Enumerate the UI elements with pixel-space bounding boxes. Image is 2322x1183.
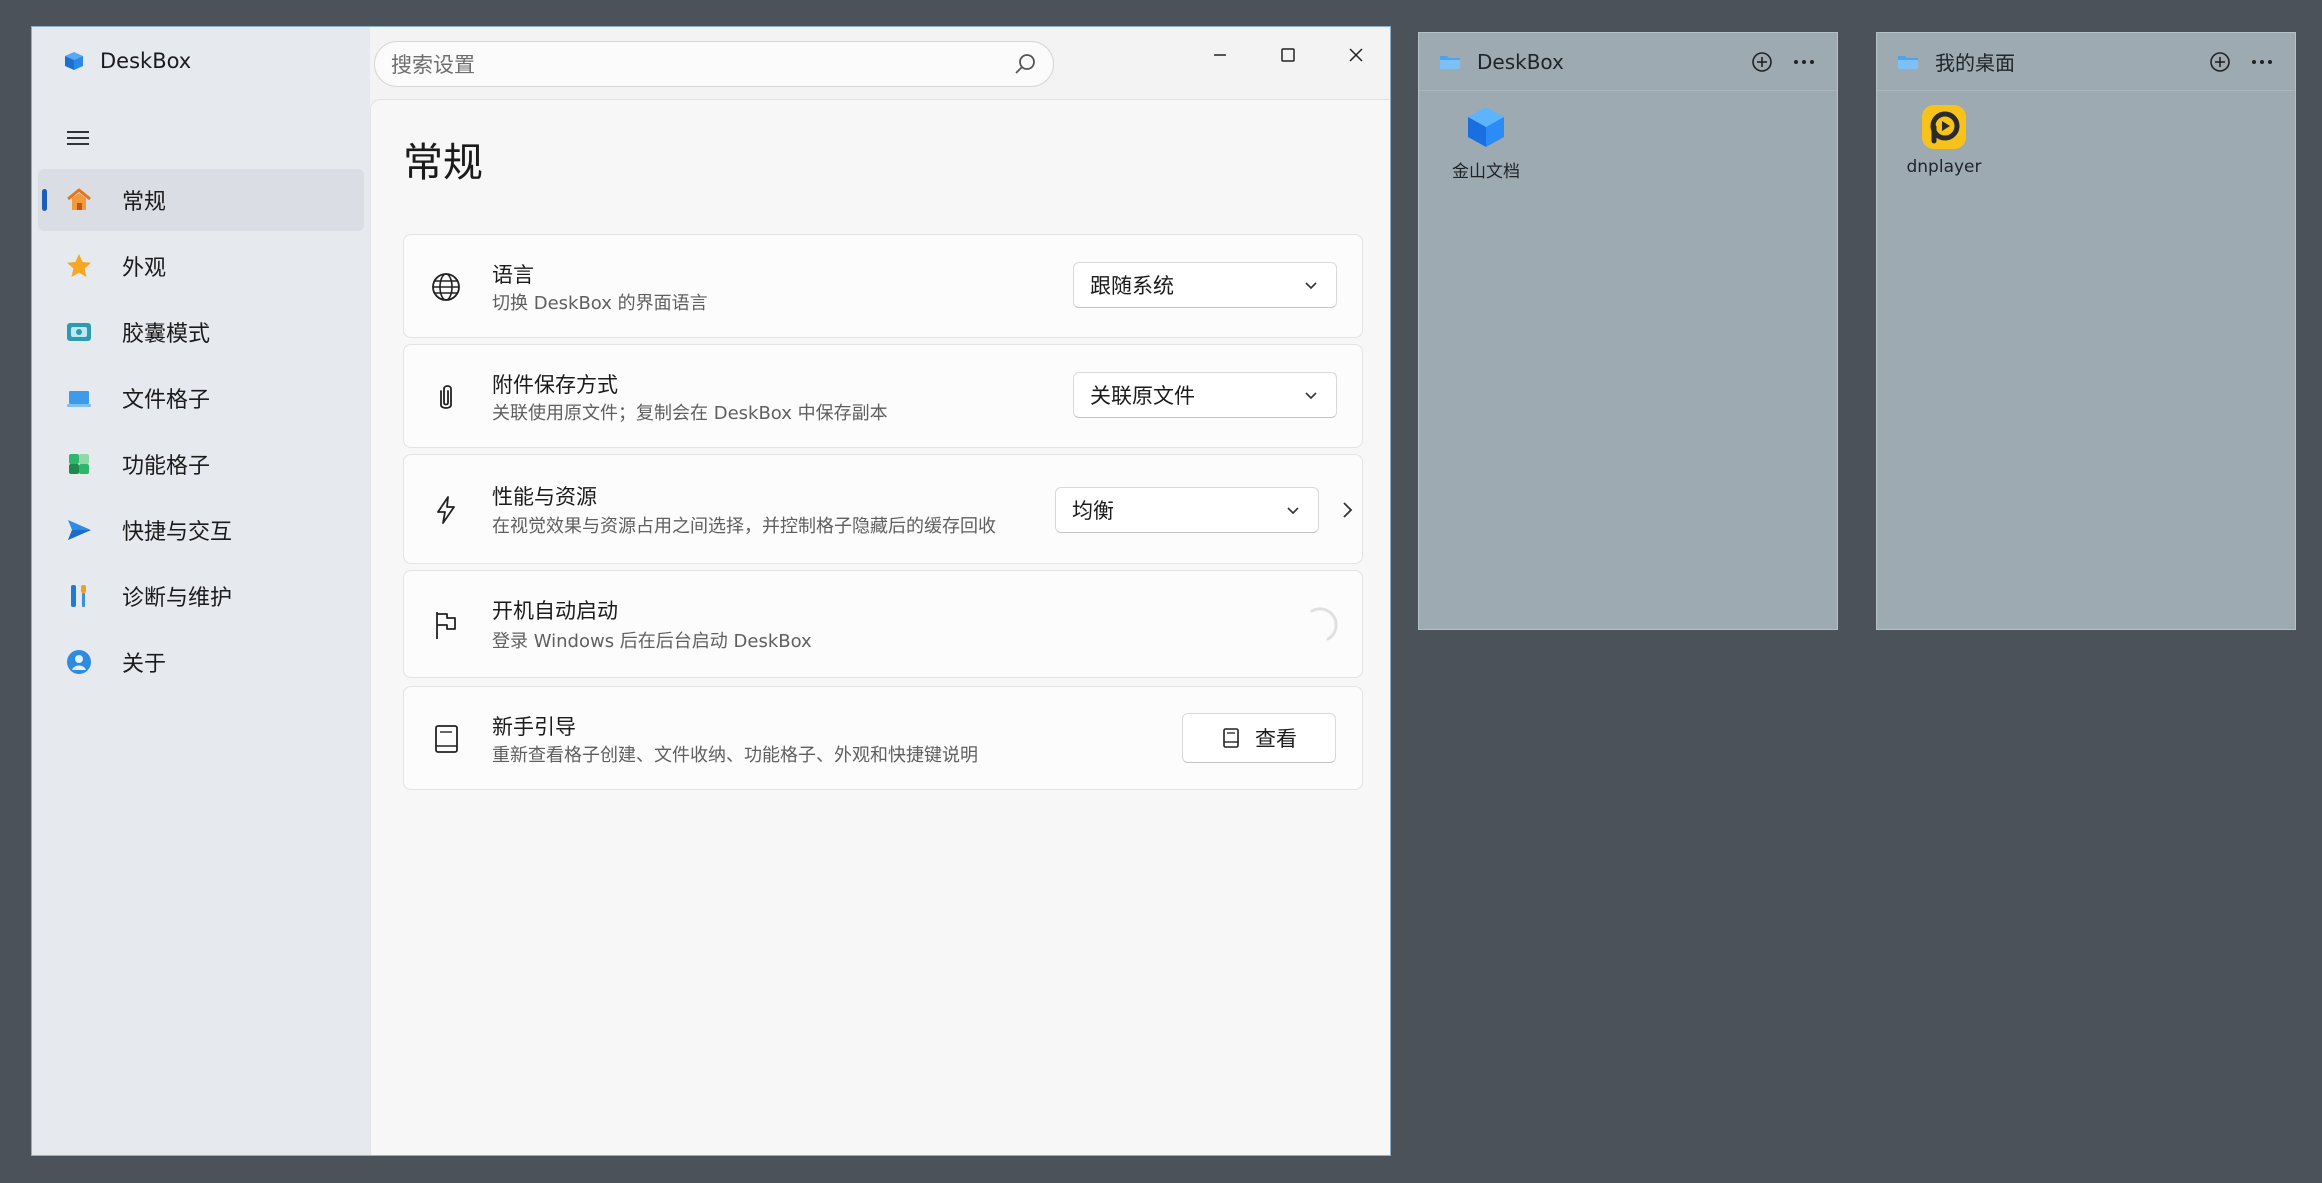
folder-icon bbox=[1440, 55, 1460, 69]
laptop-icon bbox=[64, 383, 94, 413]
sidebar-item-about[interactable]: 关于 bbox=[38, 631, 364, 693]
send-icon bbox=[64, 515, 94, 545]
desktop-panel-deskbox[interactable]: DeskBox 金山文档 bbox=[1418, 32, 1838, 630]
deskbox-logo-icon bbox=[65, 52, 83, 70]
home-icon bbox=[64, 185, 94, 215]
panel-more-button[interactable] bbox=[1791, 49, 1817, 75]
menu-toggle-button[interactable] bbox=[62, 122, 94, 154]
panel-header[interactable]: DeskBox bbox=[1419, 33, 1837, 91]
sidebar-item-capsule-mode[interactable]: 胶囊模式 bbox=[38, 301, 364, 363]
setting-description: 在视觉效果与资源占用之间选择，并控制格子隐藏后的缓存回收 bbox=[492, 516, 996, 537]
search-placeholder: 搜索设置 bbox=[391, 53, 475, 77]
add-circle-icon bbox=[1752, 51, 1772, 72]
setting-card-attachment: 附件保存方式 关联使用原文件；复制会在 DeskBox 中保存副本 关联原文件 bbox=[403, 344, 1363, 448]
hamburger-icon bbox=[67, 131, 89, 145]
autostart-toggle[interactable] bbox=[1300, 605, 1340, 645]
minimize-button[interactable] bbox=[1192, 35, 1248, 75]
minimize-icon bbox=[1214, 54, 1226, 56]
dropdown-value: 跟随系统 bbox=[1090, 274, 1174, 298]
attachment-mode-dropdown[interactable]: 关联原文件 bbox=[1073, 372, 1337, 418]
setting-card-performance[interactable]: 性能与资源 在视觉效果与资源占用之间选择，并控制格子隐藏后的缓存回收 均衡 bbox=[403, 454, 1363, 564]
setting-card-onboarding: 新手引导 重新查看格子创建、文件收纳、功能格子、外观和快捷键说明 查看 bbox=[403, 686, 1363, 790]
language-dropdown[interactable]: 跟随系统 bbox=[1073, 262, 1337, 308]
sidebar: DeskBox 常规 外观 胶囊模式 文件格子 功能格子 快捷与交互 诊断与维护… bbox=[32, 27, 370, 1155]
sidebar-item-label: 关于 bbox=[122, 652, 167, 677]
setting-description: 重新查看格子创建、文件收纳、功能格子、外观和快捷键说明 bbox=[492, 745, 978, 766]
maximize-icon bbox=[1281, 48, 1295, 62]
setting-title: 开机自动启动 bbox=[492, 599, 618, 623]
folder-icon bbox=[1898, 55, 1918, 69]
setting-description: 关联使用原文件；复制会在 DeskBox 中保存副本 bbox=[492, 403, 888, 424]
shortcut-label: 金山文档 bbox=[1452, 162, 1520, 182]
more-icon bbox=[2252, 59, 2272, 64]
view-button-label: 查看 bbox=[1255, 727, 1297, 751]
app-title: DeskBox bbox=[62, 49, 191, 73]
star-icon bbox=[64, 251, 94, 281]
chevron-down-icon bbox=[1305, 392, 1317, 400]
sidebar-nav: 常规 外观 胶囊模式 文件格子 功能格子 快捷与交互 诊断与维护 关于 bbox=[38, 169, 364, 697]
panel-add-button[interactable] bbox=[1749, 49, 1775, 75]
sidebar-item-label: 常规 bbox=[122, 190, 167, 215]
panel-header[interactable]: 我的桌面 bbox=[1877, 33, 2295, 91]
sidebar-item-general[interactable]: 常规 bbox=[38, 169, 364, 231]
app-name: DeskBox bbox=[100, 49, 192, 73]
paperclip-icon bbox=[428, 379, 464, 415]
desktop-shortcut[interactable]: dnplayer bbox=[1889, 103, 1999, 177]
panel-add-button[interactable] bbox=[2207, 49, 2233, 75]
desktop-shortcut[interactable]: 金山文档 bbox=[1431, 103, 1541, 182]
setting-title: 性能与资源 bbox=[492, 485, 597, 509]
page-title: 常规 bbox=[403, 140, 483, 186]
sidebar-item-label: 胶囊模式 bbox=[122, 322, 211, 347]
sidebar-item-function-grid[interactable]: 功能格子 bbox=[38, 433, 364, 495]
shortcut-label: dnplayer bbox=[1906, 157, 1982, 177]
globe-icon bbox=[428, 269, 464, 305]
close-icon bbox=[1349, 48, 1363, 62]
setting-title: 附件保存方式 bbox=[492, 373, 618, 397]
setting-card-autostart: 开机自动启动 登录 Windows 后在后台启动 DeskBox bbox=[403, 570, 1363, 678]
panel-title: DeskBox bbox=[1477, 49, 1564, 74]
sidebar-item-diagnostics[interactable]: 诊断与维护 bbox=[38, 565, 364, 627]
capsule-icon bbox=[64, 317, 94, 347]
chevron-right-icon bbox=[1343, 502, 1353, 518]
setting-title: 新手引导 bbox=[492, 715, 576, 739]
performance-dropdown[interactable]: 均衡 bbox=[1055, 487, 1319, 533]
tools-icon bbox=[64, 581, 94, 611]
sidebar-item-label: 快捷与交互 bbox=[122, 520, 233, 545]
search-input[interactable]: 搜索设置 bbox=[374, 41, 1054, 87]
dropdown-value: 关联原文件 bbox=[1090, 384, 1195, 408]
sidebar-item-file-grid[interactable]: 文件格子 bbox=[38, 367, 364, 429]
setting-title: 语言 bbox=[492, 263, 534, 287]
add-circle-icon bbox=[2210, 51, 2230, 72]
sidebar-item-label: 功能格子 bbox=[122, 454, 211, 479]
panel-more-button[interactable] bbox=[2249, 49, 2275, 75]
view-onboarding-button[interactable]: 查看 bbox=[1182, 713, 1336, 763]
panel-title: 我的桌面 bbox=[1935, 51, 2015, 75]
grid-icon bbox=[64, 449, 94, 479]
kdocs-icon bbox=[1468, 107, 1504, 147]
sidebar-item-label: 文件格子 bbox=[122, 388, 211, 413]
more-icon bbox=[1794, 59, 1814, 64]
setting-description: 登录 Windows 后在后台启动 DeskBox bbox=[492, 631, 812, 652]
dropdown-value: 均衡 bbox=[1072, 499, 1114, 523]
book-icon bbox=[1223, 728, 1239, 748]
sidebar-item-shortcuts[interactable]: 快捷与交互 bbox=[38, 499, 364, 561]
book-icon bbox=[428, 721, 464, 757]
lightning-icon bbox=[428, 492, 464, 528]
chevron-down-icon bbox=[1305, 282, 1317, 290]
chevron-down-icon bbox=[1287, 507, 1299, 515]
settings-window: DeskBox 常规 外观 胶囊模式 文件格子 功能格子 快捷与交互 诊断与维护… bbox=[31, 26, 1391, 1156]
info-icon bbox=[64, 647, 94, 677]
sidebar-item-label: 外观 bbox=[122, 256, 167, 281]
search-icon bbox=[1015, 54, 1035, 74]
setting-description: 切换 DeskBox 的界面语言 bbox=[492, 293, 708, 314]
sidebar-item-label: 诊断与维护 bbox=[122, 586, 233, 611]
desktop-panel-my-desktop[interactable]: 我的桌面 dnplayer bbox=[1876, 32, 2296, 630]
flag-icon bbox=[428, 607, 464, 643]
sidebar-item-appearance[interactable]: 外观 bbox=[38, 235, 364, 297]
settings-content: 常规 语言 切换 DeskBox 的界面语言 跟随系统 附件保存方式 关联使用原… bbox=[370, 99, 1390, 1155]
setting-card-language: 语言 切换 DeskBox 的界面语言 跟随系统 bbox=[403, 234, 1363, 338]
dnplayer-icon bbox=[1922, 105, 1966, 149]
close-button[interactable] bbox=[1328, 35, 1384, 75]
maximize-button[interactable] bbox=[1260, 35, 1316, 75]
